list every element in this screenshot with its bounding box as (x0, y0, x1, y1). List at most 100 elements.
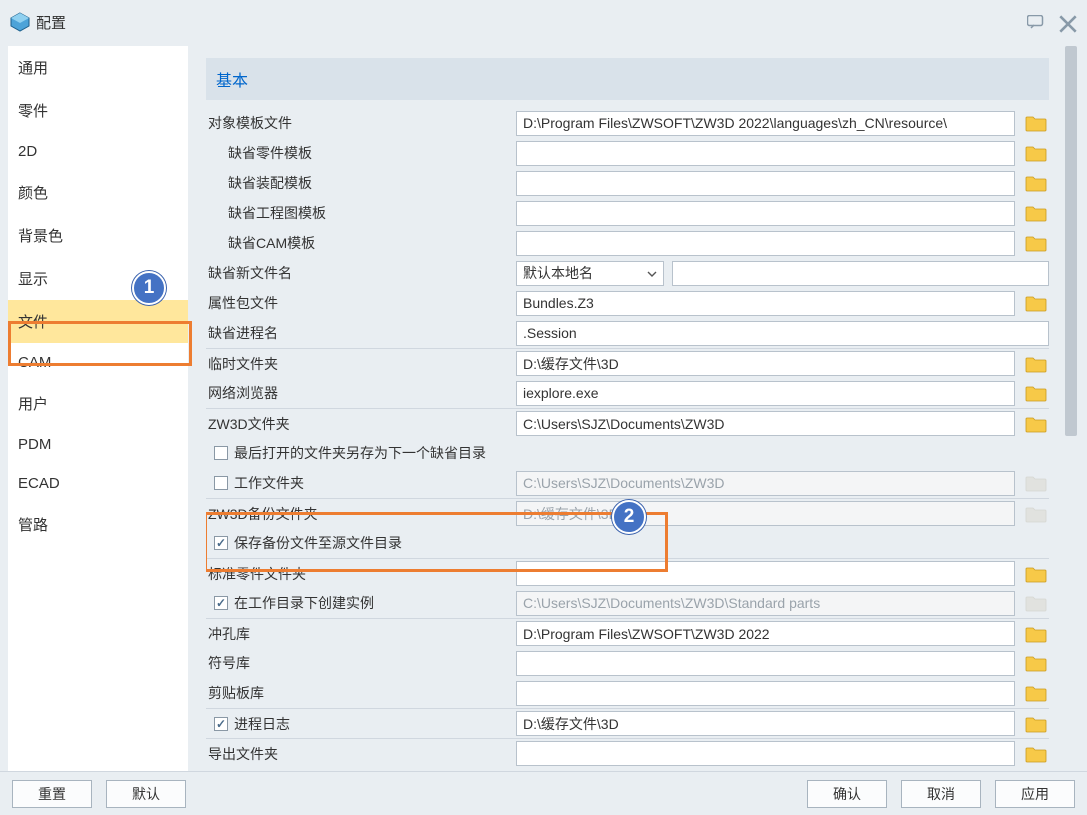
text-input[interactable] (516, 681, 1015, 706)
folder-icon[interactable] (1023, 202, 1049, 224)
window-title: 配置 (36, 12, 1027, 33)
setting-row: 工作文件夹 (206, 468, 1049, 498)
scrollbar-thumb[interactable] (1065, 46, 1077, 436)
text-input (516, 501, 1015, 526)
setting-row: 缺省新文件名默认本地名 (206, 258, 1049, 288)
text-input[interactable] (516, 741, 1015, 766)
text-input (516, 471, 1015, 496)
folder-icon[interactable] (1023, 382, 1049, 404)
setting-row: 缺省进程名 (206, 318, 1049, 348)
combo-value: 默认本地名 (523, 263, 647, 283)
setting-row: 属性包文件 (206, 288, 1049, 318)
setting-label: 缺省零件模板 (208, 143, 516, 163)
setting-label: 标准零件文件夹 (208, 564, 516, 584)
sidebar-item-part[interactable]: 零件 (8, 89, 188, 132)
checkbox[interactable] (214, 596, 228, 610)
setting-label: 在工作目录下创建实例 (234, 593, 374, 613)
setting-row: 缺省工程图模板 (206, 198, 1049, 228)
text-input[interactable] (516, 141, 1015, 166)
setting-row: 标准零件文件夹 (206, 558, 1049, 588)
sidebar-item-general[interactable]: 通用 (8, 46, 188, 89)
defaults-button[interactable]: 默认 (106, 780, 186, 808)
setting-label: 网络浏览器 (208, 383, 516, 403)
setting-row: 最后打开的文件夹另存为下一个缺省目录 (206, 438, 1049, 468)
sidebar-item-pdm[interactable]: PDM (8, 425, 188, 464)
text-input[interactable] (516, 621, 1015, 646)
setting-label: 工作文件夹 (234, 473, 304, 493)
folder-icon[interactable] (1023, 112, 1049, 134)
text-input[interactable] (516, 171, 1015, 196)
combo-default-filename[interactable]: 默认本地名 (516, 261, 664, 286)
text-input[interactable] (516, 231, 1015, 256)
setting-row: 缺省CAM模板 (206, 228, 1049, 258)
folder-icon (1023, 472, 1049, 494)
setting-row: 剪贴板库 (206, 678, 1049, 708)
sidebar-item-cam[interactable]: CAM (8, 343, 188, 382)
checkbox[interactable] (214, 536, 228, 550)
setting-row: 符号库 (206, 648, 1049, 678)
folder-icon[interactable] (1023, 713, 1049, 735)
setting-label: 缺省CAM模板 (208, 233, 516, 253)
folder-icon[interactable] (1023, 172, 1049, 194)
cancel-button[interactable]: 取消 (901, 780, 981, 808)
setting-label: 临时文件夹 (208, 354, 516, 374)
setting-row: 临时文件夹 (206, 348, 1049, 378)
folder-icon[interactable] (1023, 743, 1049, 765)
setting-label: 符号库 (208, 653, 516, 673)
settings-rows: 对象模板文件缺省零件模板缺省装配模板缺省工程图模板缺省CAM模板缺省新文件名默认… (206, 108, 1049, 768)
folder-icon[interactable] (1023, 652, 1049, 674)
checkbox[interactable] (214, 446, 228, 460)
setting-row: 缺省装配模板 (206, 168, 1049, 198)
setting-row: 冲孔库 (206, 618, 1049, 648)
sidebar-item-user[interactable]: 用户 (8, 382, 188, 425)
ok-button[interactable]: 确认 (807, 780, 887, 808)
sidebar-item-2d[interactable]: 2D (8, 132, 188, 171)
checkbox[interactable] (214, 476, 228, 490)
sidebar-item-color[interactable]: 颜色 (8, 171, 188, 214)
setting-row: 网络浏览器 (206, 378, 1049, 408)
setting-label: 缺省装配模板 (208, 173, 516, 193)
sidebar-item-ecad[interactable]: ECAD (8, 464, 188, 503)
folder-icon[interactable] (1023, 682, 1049, 704)
setting-label: 保存备份文件至源文件目录 (234, 533, 402, 553)
folder-icon[interactable] (1023, 353, 1049, 375)
setting-row: 进程日志 (206, 708, 1049, 738)
text-input[interactable] (516, 411, 1015, 436)
folder-icon[interactable] (1023, 623, 1049, 645)
text-input[interactable] (672, 261, 1049, 286)
setting-label: 对象模板文件 (208, 113, 516, 133)
setting-label: 属性包文件 (208, 293, 516, 313)
text-input[interactable] (516, 111, 1015, 136)
sidebar-item-bgcolor[interactable]: 背景色 (8, 214, 188, 257)
setting-label: 缺省工程图模板 (208, 203, 516, 223)
setting-row: 导出文件夹 (206, 738, 1049, 768)
text-input[interactable] (516, 351, 1015, 376)
reset-button[interactable]: 重置 (12, 780, 92, 808)
text-input[interactable] (516, 321, 1049, 346)
checkbox[interactable] (214, 717, 228, 731)
folder-icon[interactable] (1023, 142, 1049, 164)
text-input[interactable] (516, 381, 1015, 406)
text-input[interactable] (516, 711, 1015, 736)
setting-label: 进程日志 (234, 714, 290, 734)
setting-label: 导出文件夹 (208, 744, 516, 764)
sidebar-item-pipe[interactable]: 管路 (8, 503, 188, 546)
close-icon[interactable] (1059, 15, 1077, 29)
sidebar-item-file[interactable]: 文件 (8, 300, 188, 343)
feedback-icon[interactable] (1027, 15, 1045, 29)
text-input[interactable] (516, 201, 1015, 226)
section-header-basic: 基本 (206, 58, 1049, 100)
folder-icon[interactable] (1023, 232, 1049, 254)
folder-icon (1023, 592, 1049, 614)
app-icon (10, 12, 30, 32)
apply-button[interactable]: 应用 (995, 780, 1075, 808)
folder-icon[interactable] (1023, 292, 1049, 314)
text-input[interactable] (516, 291, 1015, 316)
titlebar: 配置 (0, 0, 1087, 44)
chevron-down-icon (647, 265, 657, 281)
vertical-scrollbar[interactable] (1061, 46, 1079, 771)
folder-icon[interactable] (1023, 413, 1049, 435)
folder-icon[interactable] (1023, 563, 1049, 585)
text-input[interactable] (516, 561, 1015, 586)
text-input[interactable] (516, 651, 1015, 676)
